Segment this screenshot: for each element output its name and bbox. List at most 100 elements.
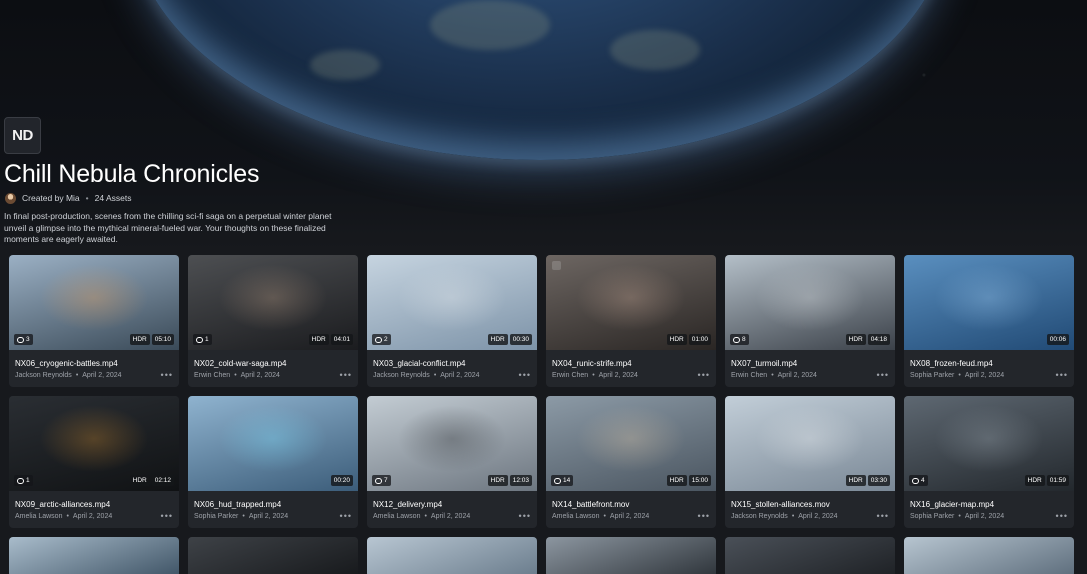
duration-badge: 00:06 [1046, 334, 1069, 345]
asset-thumbnail[interactable]: 4 HDR 01:59 [904, 396, 1074, 491]
asset-filename[interactable]: NX15_stollen-alliances.mov [731, 500, 886, 509]
asset-author: Sophia Parker [910, 372, 955, 379]
asset-card[interactable]: 8 HDR 04:18 NX07_turmoil.mp4 Erwin Chen • Apri… [725, 255, 895, 387]
thumbnail-image [188, 537, 358, 574]
asset-card[interactable]: 7 HDR 12:03 NX12_delivery.mp4 Amelia Lawson •… [367, 396, 537, 528]
asset-thumbnail[interactable]: 3 HDR 05:10 [9, 255, 179, 350]
asset-thumbnail[interactable]: HDR 03:30 [725, 396, 895, 491]
comment-count-badge[interactable]: 7 [372, 475, 391, 486]
asset-card[interactable]: 1 HDR 04:01 NX02_cold-war-saga.mp4 Erwin Che… [188, 255, 358, 387]
thumbnail-badges: HDR 05:10 [129, 334, 174, 345]
comment-count: 3 [26, 336, 30, 343]
more-horizontal-icon[interactable]: ••• [698, 512, 710, 521]
planet-continent [610, 30, 700, 70]
asset-collection-page: ND Chill Nebula Chronicles Created by Mi… [0, 0, 1087, 574]
asset-card[interactable] [725, 537, 895, 574]
asset-thumbnail[interactable]: 00:06 [904, 255, 1074, 350]
duration-badge: 01:00 [688, 334, 711, 345]
asset-info: Amelia Lawson • April 2, 2024 [552, 513, 649, 520]
asset-date: April 2, 2024 [72, 513, 113, 520]
asset-thumbnail[interactable]: 14 HDR 15:00 [546, 396, 716, 491]
project-logo: ND [4, 117, 41, 154]
comment-count: 14 [563, 477, 571, 484]
comment-count-badge[interactable]: 1 [14, 475, 33, 486]
asset-card[interactable]: 4 HDR 01:59 NX16_glacier-map.mp4 Sophia Park… [904, 396, 1074, 528]
asset-info: Amelia Lawson • April 2, 2024 [15, 513, 112, 520]
thumbnail-badges: HDR 01:00 [666, 334, 711, 345]
more-horizontal-icon[interactable]: ••• [1056, 371, 1068, 380]
more-horizontal-icon[interactable]: ••• [340, 371, 352, 380]
asset-author: Erwin Chen [731, 372, 768, 379]
asset-card[interactable]: HDR 03:30 NX15_stollen-alliances.mov Jackso… [725, 396, 895, 528]
thumbnail-badges: HDR 02:12 [129, 475, 174, 486]
asset-card[interactable] [367, 537, 537, 574]
more-horizontal-icon[interactable]: ••• [161, 512, 173, 521]
asset-thumbnail[interactable]: HDR 01:00 [546, 255, 716, 350]
asset-date: April 2, 2024 [440, 372, 480, 379]
comment-count-badge[interactable]: 8 [730, 334, 749, 345]
hdr-badge: HDR [129, 334, 150, 345]
comment-count-badge[interactable]: 3 [14, 334, 33, 345]
asset-card[interactable]: 14 HDR 15:00 NX14_battlefront.mov Amelia Law… [546, 396, 716, 528]
asset-filename[interactable]: NX06_cryogenic-battles.mp4 [15, 359, 170, 368]
separator-dot: • [75, 372, 79, 379]
comment-count: 2 [384, 336, 388, 343]
hdr-badge: HDR [666, 334, 687, 345]
asset-date: April 2, 2024 [777, 372, 817, 379]
comment-bubble-icon [554, 477, 561, 484]
more-horizontal-icon[interactable]: ••• [698, 371, 710, 380]
asset-thumbnail[interactable]: 2 HDR 00:30 [367, 255, 537, 350]
asset-filename[interactable]: NX16_glacier-map.mp4 [910, 500, 1065, 509]
asset-card[interactable]: 00:06 NX08_frozen-feud.mp4 Sophia Parker • A… [904, 255, 1074, 387]
asset-info: Sophia Parker • April 2, 2024 [910, 372, 1004, 379]
asset-thumbnail[interactable]: 1 HDR 02:12 [9, 396, 179, 491]
select-checkbox[interactable] [552, 261, 561, 270]
asset-card[interactable] [546, 537, 716, 574]
asset-filename[interactable]: NX03_glacial-conflict.mp4 [373, 359, 528, 368]
asset-filename[interactable]: NX04_runic-strife.mp4 [552, 359, 707, 368]
thumbnail-image [546, 537, 716, 574]
asset-filename[interactable]: NX14_battlefront.mov [552, 500, 707, 509]
planet-continent [310, 50, 380, 80]
asset-thumbnail[interactable]: 1 HDR 04:01 [188, 255, 358, 350]
asset-filename[interactable]: NX08_frozen-feud.mp4 [910, 359, 1065, 368]
asset-filename[interactable]: NX12_delivery.mp4 [373, 500, 528, 509]
asset-thumbnail[interactable]: 7 HDR 12:03 [367, 396, 537, 491]
asset-card[interactable]: 2 HDR 00:30 NX03_glacial-conflict.mp4 Jackso… [367, 255, 537, 387]
asset-filename[interactable]: NX09_arctic-alliances.mp4 [15, 500, 170, 509]
duration-badge: 03:30 [867, 475, 890, 486]
hdr-badge: HDR [308, 334, 329, 345]
asset-filename[interactable]: NX07_turmoil.mp4 [731, 359, 886, 368]
more-horizontal-icon[interactable]: ••• [1056, 512, 1068, 521]
asset-author: Amelia Lawson [15, 513, 63, 520]
asset-thumbnail[interactable]: 00:20 [188, 396, 358, 491]
asset-card[interactable]: 00:20 NX06_hud_trapped.mp4 Sophia Parker • A… [188, 396, 358, 528]
asset-card[interactable] [188, 537, 358, 574]
asset-filename[interactable]: NX02_cold-war-saga.mp4 [194, 359, 349, 368]
more-horizontal-icon[interactable]: ••• [877, 371, 889, 380]
more-horizontal-icon[interactable]: ••• [519, 371, 531, 380]
avatar[interactable] [5, 192, 16, 204]
more-horizontal-icon[interactable]: ••• [161, 371, 173, 380]
more-horizontal-icon[interactable]: ••• [877, 512, 889, 521]
comment-count-badge[interactable]: 4 [909, 475, 928, 486]
comment-count-badge[interactable]: 2 [372, 334, 391, 345]
asset-info: Erwin Chen • April 2, 2024 [552, 372, 638, 379]
asset-card[interactable] [9, 537, 179, 574]
separator-dot: • [603, 513, 606, 520]
asset-card[interactable] [904, 537, 1074, 574]
asset-filename[interactable]: NX06_hud_trapped.mp4 [194, 500, 349, 509]
asset-date: April 2, 2024 [798, 513, 838, 520]
comment-count-badge[interactable]: 14 [551, 475, 574, 486]
asset-info: Erwin Chen • April 2, 2024 [194, 372, 280, 379]
more-horizontal-icon[interactable]: ••• [519, 512, 531, 521]
hdr-badge: HDR [487, 475, 508, 486]
comment-count-badge[interactable]: 1 [193, 334, 212, 345]
asset-date: April 2, 2024 [430, 513, 471, 520]
asset-thumbnail[interactable]: 8 HDR 04:18 [725, 255, 895, 350]
asset-card[interactable]: HDR 01:00 NX04_runic-strife.mp4 Erwin Chen •… [546, 255, 716, 387]
asset-card[interactable]: 3 HDR 05:10 NX06_cryogenic-battles.mp4 Jacks… [9, 255, 179, 387]
asset-card[interactable]: 1 HDR 02:12 NX09_arctic-alliances.mp4 Amelia… [9, 396, 179, 528]
separator-dot: • [234, 372, 237, 379]
more-horizontal-icon[interactable]: ••• [340, 512, 352, 521]
